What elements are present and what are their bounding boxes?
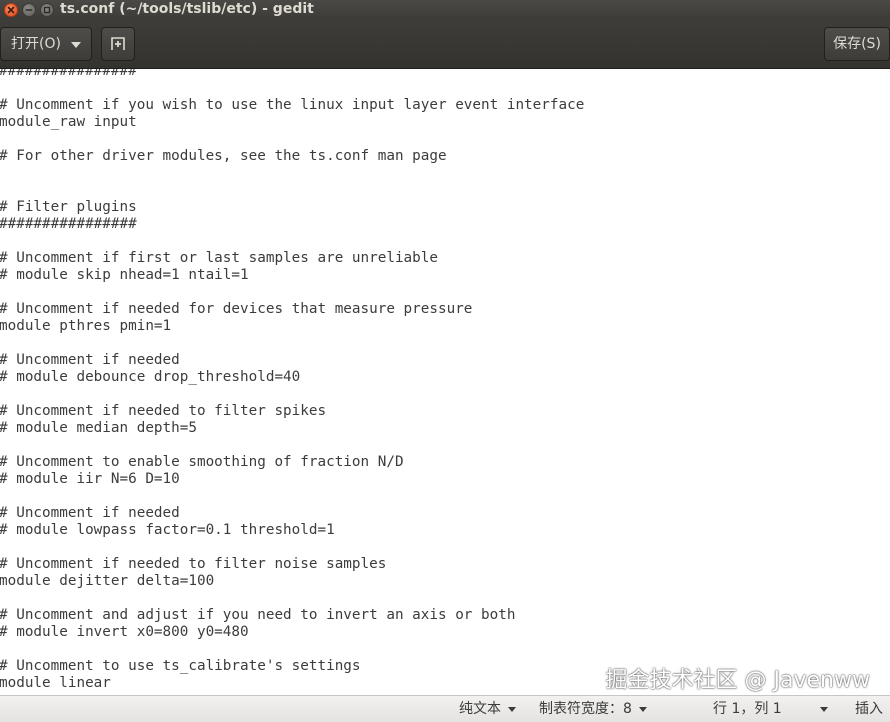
code-line: module pthres pmin=1	[0, 318, 172, 334]
code-line: # Filter plugins	[0, 199, 137, 215]
language-label: 纯文本	[459, 701, 501, 717]
code-view[interactable]: ################ # Uncomment if you wish …	[0, 69, 584, 692]
chevron-down-icon[interactable]	[820, 707, 828, 712]
code-line: # module debounce drop_threshold=40	[0, 369, 301, 385]
save-button[interactable]: 保存(S)	[824, 27, 890, 61]
close-window-button[interactable]	[4, 3, 18, 17]
code-line: # module skip nhead=1 ntail=1	[0, 267, 249, 283]
watermark: 掘金技术社区 @ Javenww	[605, 668, 870, 693]
code-line: # Uncomment if needed	[0, 505, 180, 521]
code-line: # Uncomment if needed for devices that m…	[0, 301, 473, 317]
code-line: # Uncomment if needed to filter spikes	[0, 403, 327, 419]
open-button-label: 打开(O)	[11, 36, 61, 52]
tab-width-selector[interactable]: 制表符宽度：8	[539, 696, 647, 722]
chevron-down-icon	[508, 706, 516, 712]
code-line: # Uncomment to use ts_calibrate's settin…	[0, 658, 361, 674]
code-line: # module median depth=5	[0, 420, 197, 436]
code-line: # Uncomment and adjust if you need to in…	[0, 607, 516, 623]
code-line: # Uncomment if you wish to use the linux…	[0, 97, 585, 113]
chevron-down-icon	[638, 706, 647, 712]
code-line: # Uncomment if needed	[0, 352, 180, 368]
insert-mode-indicator: 插入	[855, 701, 883, 717]
code-line: module_raw input	[0, 114, 137, 130]
code-line: ################	[0, 69, 137, 79]
code-line: module dejitter delta=100	[0, 573, 215, 589]
code-line: # Uncomment if first or last samples are…	[0, 250, 438, 266]
minimize-icon	[25, 9, 33, 11]
chevron-down-icon	[71, 42, 81, 48]
code-line: module linear	[0, 675, 111, 691]
tab-width-label: 制表符宽度：8	[539, 701, 632, 717]
maximize-icon	[43, 6, 51, 14]
cursor-position-label: 行 1，列 1	[713, 701, 782, 717]
open-button[interactable]: 打开(O)	[0, 27, 92, 61]
new-document-icon	[111, 37, 125, 50]
language-selector[interactable]: 纯文本	[459, 696, 516, 722]
code-line: # module lowpass factor=0.1 threshold=1	[0, 522, 335, 538]
code-line: # Uncomment if needed to filter noise sa…	[0, 556, 387, 572]
code-line: # module invert x0=800 y0=480	[0, 624, 249, 640]
code-line: # Uncomment to enable smoothing of fract…	[0, 454, 404, 470]
code-line: # For other driver modules, see the ts.c…	[0, 148, 447, 164]
code-line: ################	[0, 216, 137, 232]
cursor-position-indicator[interactable]: 行 1，列 1	[713, 696, 782, 722]
minimize-window-button[interactable]	[22, 3, 36, 17]
close-icon	[7, 6, 15, 14]
header-bar: 打开(O) 保存(S)	[0, 20, 890, 69]
new-tab-button[interactable]	[101, 27, 135, 61]
window-title: ts.conf (~/tools/tslib/etc) - gedit	[60, 1, 314, 17]
title-bar: ts.conf (~/tools/tslib/etc) - gedit	[0, 0, 890, 20]
status-bar: 纯文本 制表符宽度：8 行 1，列 1 插入	[0, 695, 890, 722]
maximize-window-button[interactable]	[40, 3, 54, 17]
code-line: # module iir N=6 D=10	[0, 471, 180, 487]
text-editor[interactable]: ################ # Uncomment if you wish …	[0, 69, 890, 695]
